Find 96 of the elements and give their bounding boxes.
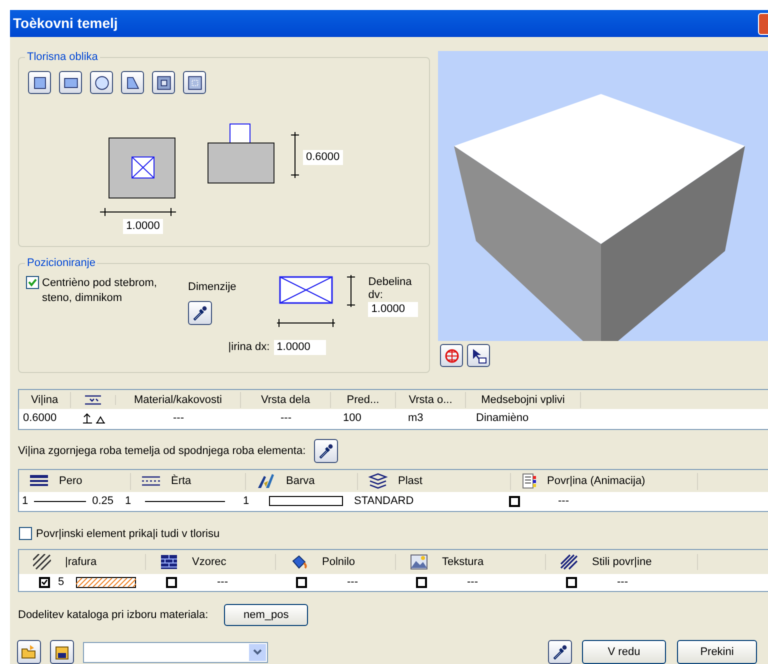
group-title: Pozicioniranje — [25, 256, 98, 270]
column-header[interactable]: Èrta — [171, 473, 192, 490]
column-header[interactable]: Polnilo — [322, 554, 356, 570]
fill-checkbox[interactable] — [296, 577, 307, 588]
pen-number: 1 — [22, 494, 28, 510]
table-cell-text: 0.6000 — [22, 411, 58, 426]
pen-thickness-icon — [29, 474, 49, 488]
eyedropper-icon — [552, 644, 568, 660]
column-header[interactable]: Barva — [286, 473, 315, 490]
shape-button[interactable] — [183, 71, 206, 94]
table-cell-text: --- — [467, 575, 478, 590]
brush-icon — [256, 473, 276, 490]
pen-line-sample — [34, 500, 86, 503]
offset-label: Vi|ina zgornjega roba temelja od spodnjega roba elementa: — [18, 444, 306, 460]
dimensions-label: Dimenzije — [188, 280, 236, 296]
pick-dimensions-button[interactable] — [188, 300, 212, 325]
shape-button[interactable] — [90, 71, 113, 94]
column-header[interactable]: Pred... — [331, 392, 396, 408]
preset-combo[interactable] — [83, 642, 268, 662]
catalog-button[interactable]: nem_pos — [224, 604, 308, 626]
thickness-dimension-line — [346, 274, 356, 308]
layers-icon — [368, 473, 388, 490]
thickness-label: Debelina dv: — [368, 276, 413, 302]
color-number: 1 — [243, 494, 250, 510]
column-header[interactable]: Stili povr|ine — [592, 554, 652, 570]
width-label: |irina dx: — [228, 340, 270, 356]
table-cell-text: m3 — [407, 411, 424, 426]
surface-style-icon — [560, 554, 578, 570]
close-button[interactable] — [758, 12, 768, 35]
table-cell-text: --- — [217, 575, 228, 590]
surface-palette-icon — [521, 473, 537, 490]
line-number: 1 — [125, 494, 132, 510]
open-button[interactable] — [17, 640, 41, 664]
pick-offset-button[interactable] — [314, 439, 338, 464]
fill-checkbox[interactable] — [566, 577, 577, 588]
table-cell-text: 100 — [342, 411, 362, 426]
surface-value: --- — [558, 494, 569, 510]
catalog-label: Dodelitev kataloga pri izboru materiala: — [18, 608, 208, 623]
column-header[interactable]: Tekstura — [442, 554, 484, 570]
column-header[interactable]: Vzorec — [192, 554, 226, 570]
column-header[interactable]: Medsebojni vplivi — [466, 392, 581, 408]
line-type-icon — [141, 474, 161, 488]
show-in-plan-checkbox[interactable] — [19, 527, 32, 540]
column-header[interactable]: Povr|ina (Animacija) — [547, 473, 646, 490]
view-select-button[interactable] — [467, 344, 490, 368]
folder-icon — [21, 644, 37, 660]
column-header[interactable]: Pero — [59, 473, 82, 490]
column-header[interactable]: Material/kakovosti — [116, 392, 241, 408]
globe-icon — [444, 348, 460, 364]
column-header[interactable]: |rafura — [65, 554, 97, 570]
window-title: Toèkovni temelj — [13, 14, 118, 34]
width-field[interactable]: 1.0000 — [274, 340, 326, 356]
show-in-plan-label: Povr|inski element prika|i tudi v tlorisu — [36, 526, 220, 542]
render-button[interactable] — [440, 344, 463, 368]
shape-button[interactable] — [59, 71, 82, 94]
column-header[interactable]: Vi|ina — [19, 392, 71, 408]
hatch-icon — [33, 554, 51, 570]
center-checkbox[interactable] — [26, 276, 39, 290]
height-value[interactable]: 0.6000 — [303, 150, 343, 166]
fill-checkbox[interactable] — [416, 577, 427, 588]
dialog-button[interactable]: V redu — [582, 640, 666, 664]
table-cell-text: --- — [617, 575, 628, 590]
hatch-swatch — [76, 577, 136, 588]
layer-value: STANDARD — [354, 494, 415, 510]
paint-bucket-icon — [290, 554, 308, 570]
landscape-image-icon — [410, 554, 428, 570]
column-header[interactable]: Vrsta dela — [241, 392, 331, 408]
column-header[interactable]: Vrsta o... — [396, 392, 466, 408]
level-icon — [84, 394, 102, 405]
cursor-icon — [470, 348, 486, 364]
pen-width: 0.25 — [92, 494, 114, 510]
column-header[interactable]: Plast — [398, 473, 422, 490]
shape-button[interactable] — [152, 71, 175, 94]
table-cell-text: --- — [347, 575, 358, 590]
save-button[interactable] — [50, 640, 74, 664]
hatch-number: 5 — [58, 575, 64, 590]
shape-button[interactable] — [28, 71, 51, 94]
table-cell-text: --- — [172, 411, 185, 426]
level-symbol-icon — [82, 412, 106, 424]
thickness-field[interactable]: 1.0000 — [368, 302, 418, 318]
brick-pattern-icon — [160, 554, 178, 570]
width-value[interactable]: 1.0000 — [123, 219, 163, 234]
height-dimension-line — [290, 131, 300, 180]
table-cell-text: --- — [280, 411, 292, 426]
eyedropper-icon — [318, 443, 334, 460]
table-cell-text: Dinamièno — [475, 411, 530, 426]
shape-button[interactable] — [121, 71, 144, 94]
surface-checkbox[interactable] — [509, 496, 520, 507]
eyedropper-icon — [192, 304, 208, 321]
dialog-button[interactable]: Prekini — [677, 640, 757, 664]
footing-diagram — [279, 276, 334, 304]
fill-checkbox[interactable] — [166, 577, 177, 588]
pick-button[interactable] — [548, 640, 572, 664]
fill-checkbox[interactable] — [39, 577, 50, 588]
center-label: Centrièno pod stebrom, steno, dimnikom — [42, 276, 158, 306]
width-dimension-line — [276, 318, 336, 328]
